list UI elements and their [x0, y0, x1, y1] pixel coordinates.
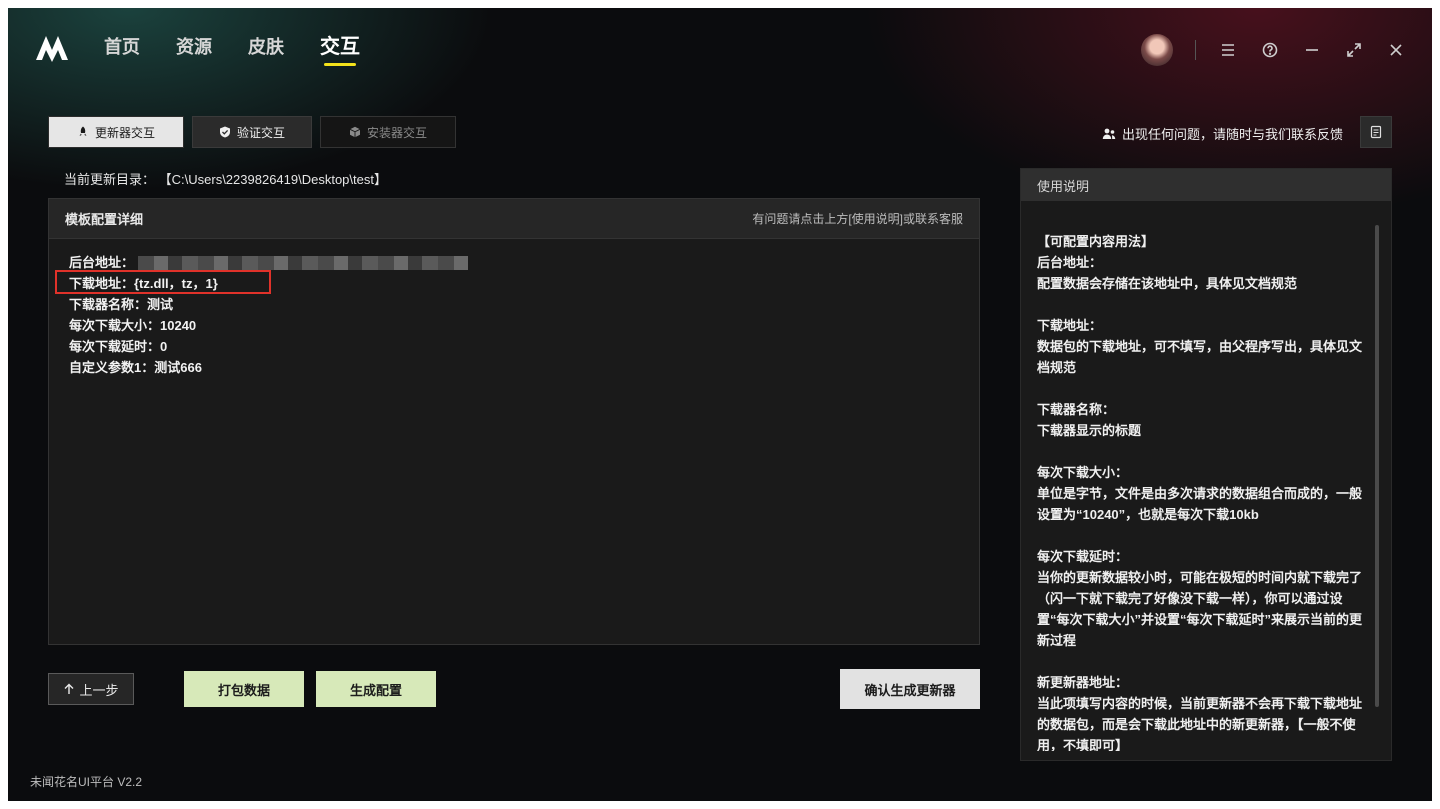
help-panel: 使用说明 【可配置内容用法】 后台地址： 配置数据会存储在该地址中，具体见文档规范下…	[1020, 168, 1392, 761]
tab-verify[interactable]: 验证交互	[192, 116, 312, 148]
nav-resources[interactable]: 资源	[176, 34, 212, 64]
current-update-dir: 当前更新目录： 【C:\Users\2239826419\Desktop\tes…	[64, 169, 387, 188]
avatar[interactable]	[1141, 34, 1173, 66]
help-line: 数据包的下载地址，可不填写，由父程序写出，具体见文档规范	[1037, 339, 1363, 375]
nav-interaction[interactable]: 交互	[320, 34, 360, 66]
feedback-label: 出现任何问题，请随时与我们联系反馈	[1122, 127, 1344, 142]
help-scrollbar[interactable]	[1375, 225, 1379, 707]
feedback-text[interactable]: 出现任何问题，请随时与我们联系反馈	[1102, 124, 1343, 143]
help-line: 每次下载延时：	[1037, 549, 1129, 564]
close-icon[interactable]	[1386, 40, 1406, 60]
help-line: 当此项填写内容的时候，当前更新器不会再下载下载地址的数据包，而是会下载此地址中的…	[1037, 696, 1363, 751]
maximize-icon[interactable]	[1344, 40, 1364, 60]
config-panel-hint: 有问题请点击上方[使用说明]或联系客服	[752, 212, 963, 226]
help-panel-title: 使用说明	[1021, 169, 1391, 201]
config-row-text: 自定义参数1：测试666	[69, 360, 202, 375]
config-row-text: 每次下载大小：10240	[69, 318, 197, 333]
tab-verify-label: 验证交互	[236, 125, 285, 140]
help-line: 下载器显示的标题	[1037, 423, 1142, 438]
arrow-up-icon	[64, 683, 74, 694]
help-panel-body: 【可配置内容用法】 后台地址： 配置数据会存储在该地址中，具体见文档规范 下载地址： 数…	[1037, 231, 1373, 751]
prev-step-label: 上一步	[79, 682, 119, 698]
app-logo	[36, 36, 68, 62]
app-window: 首页 资源 皮肤 交互 更新器交互 验证交互 安装器交互 出现任何问题，请随时与…	[8, 8, 1432, 801]
feedback-button[interactable]	[1360, 116, 1392, 148]
generate-config-button[interactable]: 生成配置	[316, 671, 436, 707]
divider	[1195, 40, 1196, 60]
config-panel-body: 后台地址： 下载地址：{tz.dll，tz，1} 下载器名称：测试 每次下载大小…	[49, 239, 979, 391]
config-panel-title: 模板配置详细	[65, 212, 144, 227]
config-panel-header: 模板配置详细 有问题请点击上方[使用说明]或联系客服	[49, 199, 979, 239]
help-line: 【可配置内容用法】	[1037, 234, 1155, 249]
highlight-box	[55, 270, 271, 294]
top-nav: 首页 资源 皮肤 交互	[104, 34, 360, 66]
help-line	[1037, 441, 1373, 462]
nav-home[interactable]: 首页	[104, 34, 140, 64]
window-controls	[1141, 34, 1406, 66]
nav-skins[interactable]: 皮肤	[248, 34, 284, 64]
config-row-text: 下载器名称：测试	[69, 297, 174, 312]
path-label: 当前更新目录：	[64, 172, 156, 187]
help-line: 当你的更新数据较小时，可能在极短的时间内就下载完了（闪一下就下载完了好像没下载一…	[1037, 570, 1363, 648]
help-line: 每次下载大小：	[1037, 465, 1129, 480]
support-icon	[1102, 128, 1116, 139]
path-value: 【C:\Users\2239826419\Desktop\test】	[158, 172, 387, 187]
config-panel: 模板配置详细 有问题请点击上方[使用说明]或联系客服 后台地址： 下载地址：{t…	[48, 198, 980, 645]
config-row: 自定义参数1：测试666	[69, 357, 959, 378]
config-row: 每次下载大小：10240	[69, 315, 959, 336]
prev-step-button[interactable]: 上一步	[48, 673, 134, 705]
help-line: 下载地址：	[1037, 318, 1103, 333]
help-line: 后台地址：	[1037, 255, 1103, 270]
help-icon[interactable]	[1260, 40, 1280, 60]
help-line	[1037, 378, 1373, 399]
help-line	[1037, 294, 1373, 315]
config-row-text: 每次下载延时：0	[69, 339, 168, 354]
tab-updater-label: 更新器交互	[94, 125, 155, 140]
shield-check-icon	[219, 126, 230, 138]
redacted-url	[138, 255, 469, 270]
sub-tabs: 更新器交互 验证交互 安装器交互	[48, 116, 456, 148]
minimize-icon[interactable]	[1302, 40, 1322, 60]
help-line	[1037, 525, 1373, 546]
help-line: 下载器名称：	[1037, 402, 1116, 417]
help-line: 配置数据会存储在该地址中，具体见文档规范	[1037, 276, 1298, 291]
config-row: 下载器名称：测试	[69, 294, 959, 315]
tab-installer-label: 安装器交互	[366, 125, 427, 140]
tab-updater[interactable]: 更新器交互	[48, 116, 184, 148]
version-label: 未闻花名UI平台 V2.2	[30, 775, 143, 789]
pack-data-button[interactable]: 打包数据	[184, 671, 304, 707]
menu-icon[interactable]	[1218, 40, 1238, 60]
help-line	[1037, 651, 1373, 672]
rocket-icon	[79, 126, 87, 136]
help-line: 新更新器地址：	[1037, 675, 1129, 690]
config-row: 每次下载延时：0	[69, 336, 959, 357]
help-line: 单位是字节，文件是由多次请求的数据组合而成的，一般设置为“10240”，也就是每…	[1037, 486, 1363, 522]
tab-installer[interactable]: 安装器交互	[320, 116, 456, 148]
document-icon	[1370, 125, 1382, 139]
box-icon	[349, 126, 361, 138]
confirm-generate-button[interactable]: 确认生成更新器	[840, 669, 980, 709]
